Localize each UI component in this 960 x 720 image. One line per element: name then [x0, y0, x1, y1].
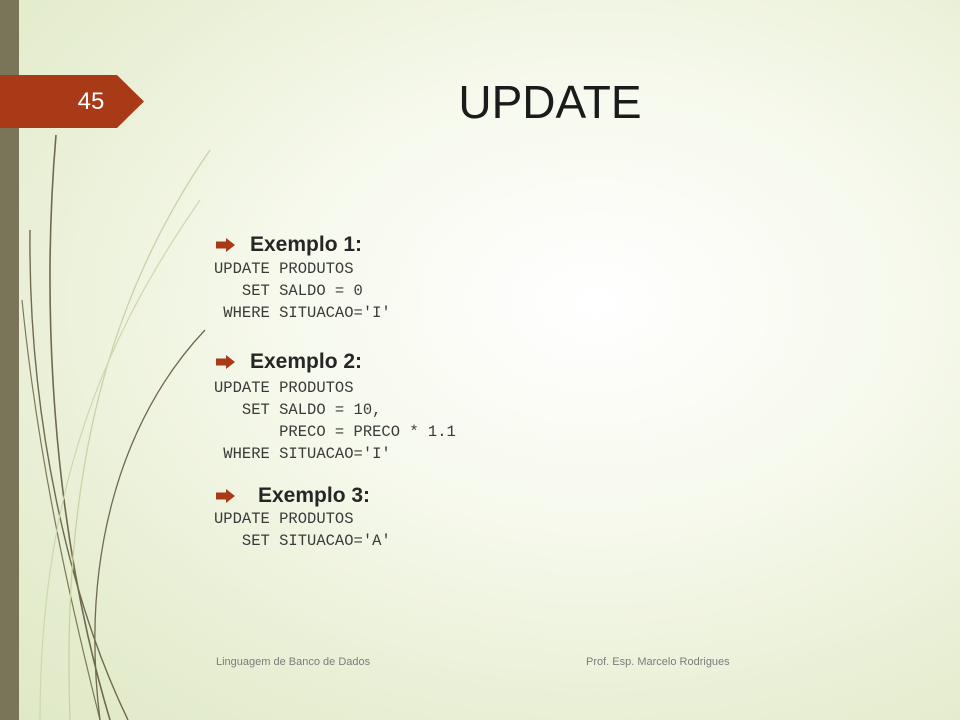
example-2-label: Exemplo 2:: [250, 350, 363, 373]
example-2-code: UPDATE PRODUTOS SET SALDO = 10, PRECO = …: [214, 379, 456, 463]
example-1-label: Exemplo 1:: [250, 233, 363, 256]
example-3-heading: Exemplo 3:: [216, 483, 370, 509]
decor-curve-2: [29, 229, 129, 720]
arrow-right-icon: [216, 489, 235, 503]
arrow-right-icon: [216, 238, 235, 252]
arrow-right-icon: [216, 355, 235, 369]
decor-curve-5: [68, 149, 211, 720]
decor-curve-1: [49, 134, 111, 720]
footer-author: Prof. Esp. Marcelo Rodrigues: [586, 656, 730, 668]
decor-curve-4: [94, 329, 206, 720]
example-1-heading: Exemplo 1:: [216, 232, 362, 258]
example-1-code: UPDATE PRODUTOS SET SALDO = 0 WHERE SITU…: [214, 260, 391, 322]
slide-number: 45: [77, 88, 105, 115]
slide-title: UPDATE: [458, 76, 642, 128]
example-2-heading: Exemplo 2:: [216, 349, 362, 375]
footer-course: Linguagem de Banco de Dados: [216, 656, 371, 668]
example-3-label: Exemplo 3:: [258, 484, 371, 507]
decor-curve-6: [39, 199, 201, 720]
example-3-code: UPDATE PRODUTOS SET SITUACAO='A': [214, 510, 391, 550]
